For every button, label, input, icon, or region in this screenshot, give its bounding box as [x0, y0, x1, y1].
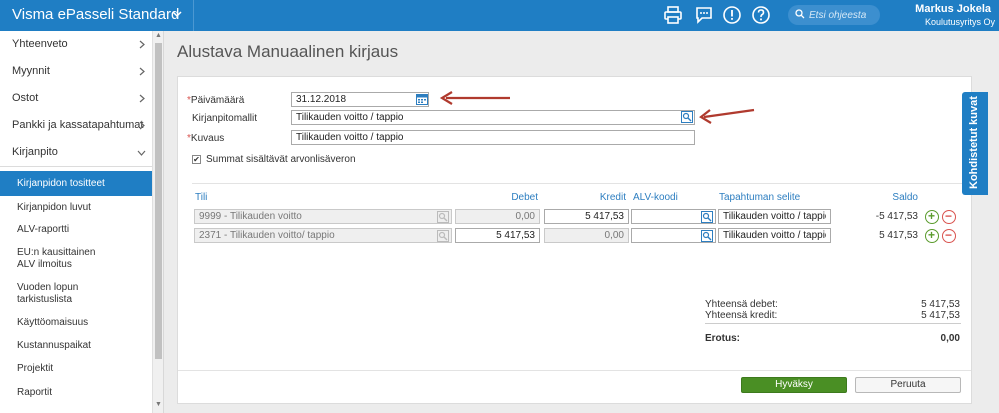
alert-icon[interactable] — [722, 5, 742, 25]
accept-button[interactable]: Hyväksy — [741, 377, 847, 393]
print-icon[interactable] — [663, 5, 683, 25]
total-debit-value: 5 417,53 — [921, 299, 960, 310]
vat-included-checkbox[interactable]: ✔ — [192, 155, 201, 164]
sidebar-item-label: Pankki ja kassatapahtumat — [12, 119, 144, 131]
add-row-button[interactable]: + — [925, 210, 939, 224]
lookup-icon — [437, 211, 449, 223]
sidebar-item-pankki[interactable]: Pankki ja kassatapahtumat — [0, 112, 153, 140]
cancel-button[interactable]: Peruuta — [855, 377, 961, 393]
sidebar-item-label: Ostot — [12, 92, 39, 104]
sidebar-item-projektit[interactable]: Projektit — [0, 363, 153, 375]
sidebar-item-label: Kirjanpito — [12, 146, 58, 158]
help-search[interactable] — [788, 5, 880, 25]
difference-value: 0,00 — [940, 333, 960, 344]
sidebar-item-raportit[interactable]: Raportit — [0, 387, 153, 399]
sidebar-item-label: Myynnit — [12, 65, 50, 77]
credit-field[interactable] — [544, 209, 629, 224]
difference-label: Erotus: — [705, 333, 740, 344]
chevron-right-icon — [139, 67, 145, 76]
user-menu[interactable]: Markus Jokela Koulutusyritys Oy — [901, 2, 997, 28]
sidebar-item-kustannuspaikat[interactable]: Kustannuspaikat — [0, 340, 153, 352]
page-title: Alustava Manuaalinen kirjaus — [177, 42, 399, 61]
annotation-arrow-icon — [699, 108, 755, 124]
lookup-icon[interactable] — [701, 211, 713, 223]
sidebar: Yhteenveto Myynnit Ostot Pankki ja kassa… — [0, 31, 164, 413]
lookup-icon[interactable] — [701, 230, 713, 242]
chevron-down-icon[interactable] — [171, 8, 183, 20]
chevron-right-icon — [139, 121, 145, 130]
vat-included-label: Summat sisältävät arvonlisäveron — [206, 154, 356, 165]
lookup-icon[interactable] — [681, 111, 693, 123]
header-debit: Debet — [511, 192, 538, 203]
help-icon[interactable] — [751, 5, 771, 25]
difference: Erotus: 0,00 — [705, 333, 960, 344]
sidebar-item-alv-raportti[interactable]: ALV-raportti — [0, 224, 153, 236]
total-credit-label: Yhteensä kredit: — [705, 310, 778, 321]
sidebar-item-kirjanpito[interactable]: Kirjanpito — [0, 139, 153, 167]
scroll-down-icon[interactable]: ▼ — [155, 401, 162, 408]
sidebar-item-kayttoomaisuus[interactable]: Käyttöomaisuus — [0, 317, 153, 329]
divider — [705, 323, 961, 324]
attached-images-tab[interactable]: Kohdistetut kuvat — [962, 92, 988, 195]
header-balance: Saldo — [892, 192, 918, 203]
sidebar-item-label: Yhteenveto — [12, 38, 68, 50]
chevron-right-icon — [139, 40, 145, 49]
template-label: Kirjanpitomallit — [192, 113, 258, 124]
event-description-field[interactable] — [718, 228, 831, 243]
total-credit: Yhteensä kredit: 5 417,53 — [705, 310, 960, 321]
credit-field — [544, 228, 629, 243]
divider — [192, 183, 963, 184]
total-credit-value: 5 417,53 — [921, 310, 960, 321]
divider — [193, 0, 194, 31]
date-label: *Päivämäärä — [187, 95, 245, 106]
journal-entry-form: *Päivämäärä Kirjanpitomallit *Kuvaus ✔ S… — [177, 76, 972, 404]
search-icon — [795, 9, 805, 19]
total-debit: Yhteensä debet: 5 417,53 — [705, 299, 960, 310]
account-field — [194, 209, 452, 224]
debit-field[interactable] — [455, 228, 540, 243]
calendar-icon[interactable] — [416, 93, 428, 105]
row-balance: 5 417,53 — [879, 230, 918, 241]
user-company: Koulutusyritys Oy — [924, 17, 995, 27]
header-event-description: Tapahtuman selite — [719, 192, 801, 203]
sidebar-item-vuoden-lopun[interactable]: Vuoden lopun tarkistuslista — [0, 282, 110, 306]
annotation-arrow-icon — [439, 91, 510, 105]
app-title[interactable]: Visma ePasseli Standard — [12, 6, 179, 23]
chat-icon[interactable] — [694, 5, 714, 25]
header-vat-code: ALV-koodi — [633, 192, 678, 203]
debit-field — [455, 209, 540, 224]
sidebar-item-eu-alv[interactable]: EU:n kausittainen ALV ilmoitus — [0, 247, 110, 271]
add-row-button[interactable]: + — [925, 229, 939, 243]
total-debit-label: Yhteensä debet: — [705, 299, 778, 310]
search-input[interactable] — [809, 7, 877, 23]
account-field — [194, 228, 452, 243]
sidebar-item-ostot[interactable]: Ostot — [0, 85, 153, 113]
remove-row-button[interactable]: − — [942, 229, 956, 243]
event-description-field[interactable] — [718, 209, 831, 224]
header-account: Tili — [195, 192, 208, 203]
sidebar-scrollbar[interactable]: ▲ ▼ — [152, 31, 163, 413]
scrollbar-thumb[interactable] — [155, 43, 162, 359]
scroll-up-icon[interactable]: ▲ — [155, 32, 162, 39]
header-credit: Kredit — [599, 192, 626, 203]
divider — [178, 370, 971, 371]
sidebar-item-kirjanpidon-luvut[interactable]: Kirjanpidon luvut — [0, 202, 153, 214]
date-field[interactable] — [291, 92, 429, 107]
sidebar-item-myynnit[interactable]: Myynnit — [0, 58, 153, 86]
user-name: Markus Jokela — [915, 3, 991, 15]
attached-images-tab-label: Kohdistetut kuvat — [968, 96, 980, 189]
sidebar-item-yhteenveto[interactable]: Yhteenveto — [0, 31, 153, 59]
description-label: *Kuvaus — [187, 133, 225, 144]
top-bar: Visma ePasseli Standard Markus Jokela Ko… — [0, 0, 999, 31]
description-field[interactable] — [291, 130, 695, 145]
lookup-icon — [437, 230, 449, 242]
remove-row-button[interactable]: − — [942, 210, 956, 224]
sidebar-item-kirjanpidon-tositteet[interactable]: Kirjanpidon tositteet — [0, 171, 153, 196]
chevron-down-icon — [137, 150, 146, 156]
chevron-right-icon — [139, 94, 145, 103]
row-balance: -5 417,53 — [875, 211, 918, 222]
